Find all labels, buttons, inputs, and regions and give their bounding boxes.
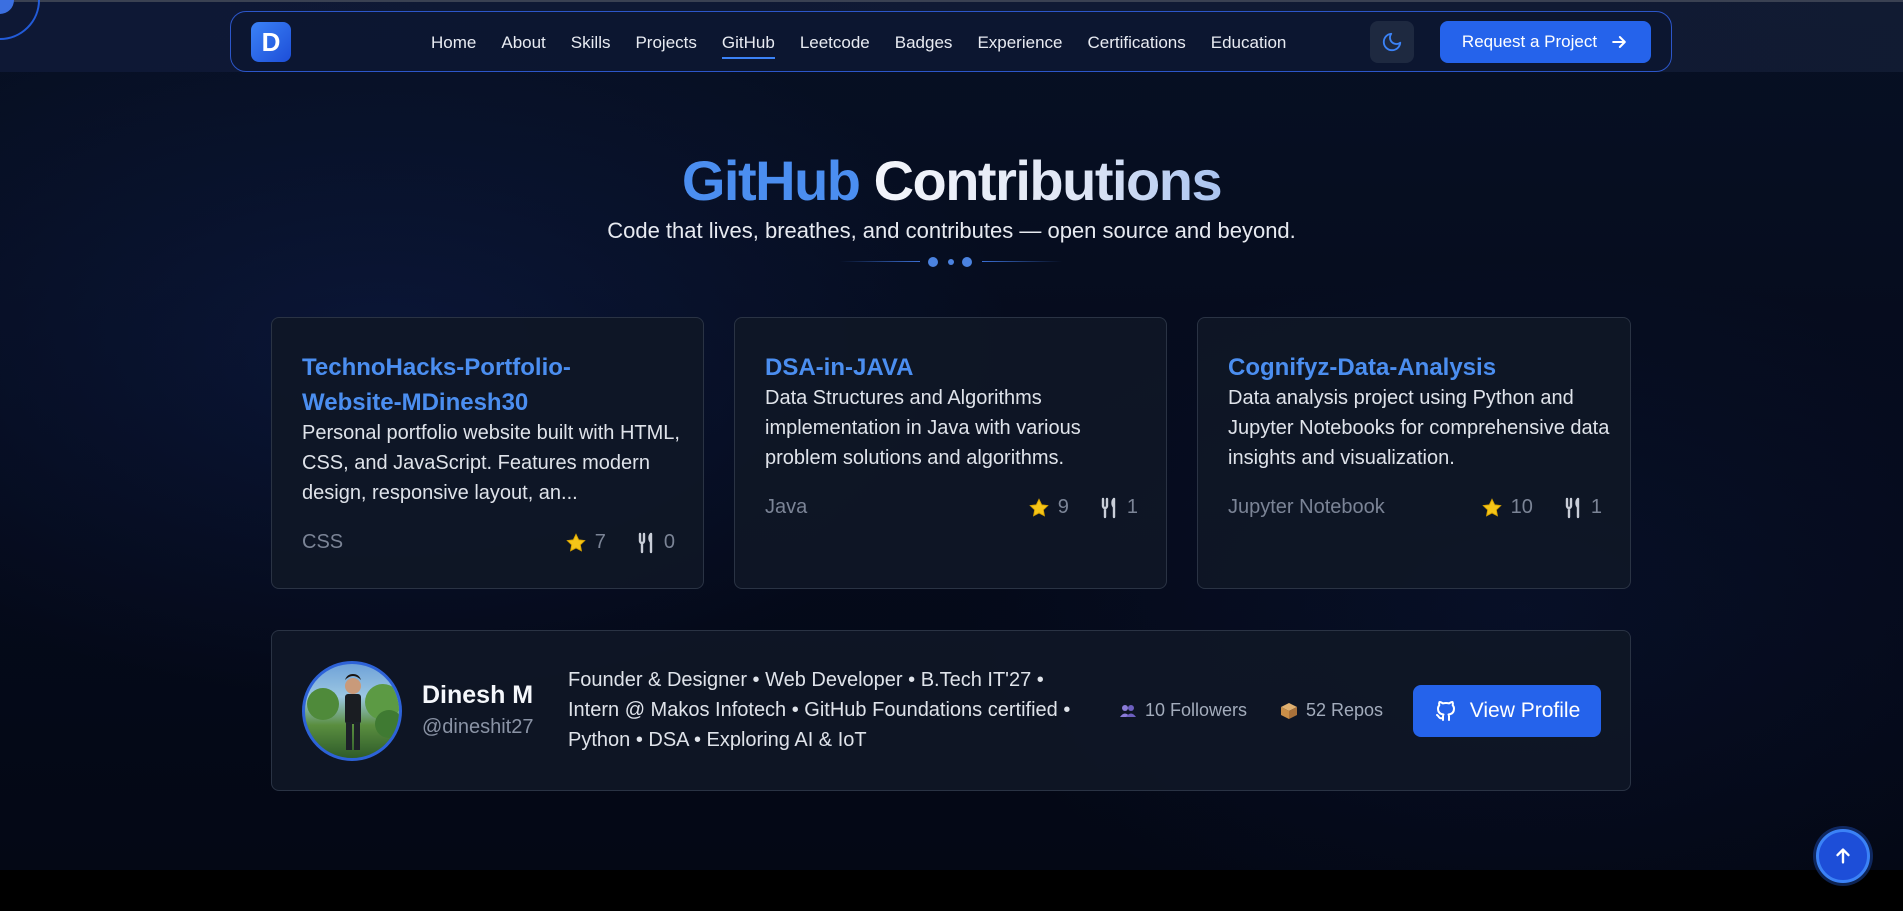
- people-icon: [1120, 704, 1136, 717]
- repo-card[interactable]: DSA-in-JAVA Data Structures and Algorith…: [734, 317, 1167, 589]
- repo-stats: 9 1: [1028, 496, 1138, 519]
- repo-stats: 10 1: [1481, 496, 1602, 519]
- view-profile-label: View Profile: [1469, 699, 1581, 722]
- nav-link-badges[interactable]: Badges: [895, 27, 953, 59]
- github-icon: [1435, 701, 1455, 721]
- fork-icon: [1101, 497, 1116, 518]
- footer-band: [0, 870, 1903, 911]
- repo-stars: 9: [1057, 496, 1069, 518]
- request-project-label: Request a Project: [1461, 32, 1598, 51]
- repo-stars: 10: [1510, 496, 1533, 518]
- package-icon: [1281, 702, 1297, 719]
- repo-title[interactable]: TechnoHacks-Portfolio- Website-MDinesh30: [302, 350, 682, 420]
- repos-stat: 52 Repos: [1280, 700, 1383, 721]
- star-icon: [1481, 497, 1502, 517]
- request-project-button[interactable]: Request a Project: [1440, 21, 1651, 63]
- navbar: D Home About Skills Projects GitHub Leet…: [230, 11, 1672, 72]
- repo-forks: 1: [1590, 496, 1602, 518]
- followers-count: 10 Followers: [1145, 700, 1248, 720]
- repo-language: Java: [765, 496, 808, 518]
- repo-description: Personal portfolio website built with HT…: [302, 422, 680, 504]
- nav-link-education[interactable]: Education: [1211, 27, 1287, 59]
- profile-name: Dinesh M: [422, 681, 534, 709]
- star-icon: [1029, 497, 1049, 517]
- fork-icon: [1565, 497, 1580, 518]
- nav-link-leetcode[interactable]: Leetcode: [800, 27, 870, 59]
- repo-stats: 7 0: [565, 531, 675, 554]
- repo-title[interactable]: DSA-in-JAVA: [765, 350, 913, 385]
- repos-count: 52 Repos: [1306, 700, 1384, 720]
- repo-card[interactable]: TechnoHacks-Portfolio- Website-MDinesh30…: [271, 317, 704, 589]
- title-divider: [840, 256, 1062, 268]
- profile-card: Dinesh M @dineshit27 Founder & Designer …: [271, 630, 1631, 791]
- repo-forks: 0: [663, 531, 675, 553]
- nav-link-projects[interactable]: Projects: [635, 27, 696, 59]
- arrow-right-icon: [1612, 36, 1626, 48]
- title-github: GitHub: [681, 149, 861, 212]
- view-profile-button[interactable]: View Profile: [1413, 685, 1601, 737]
- nav-link-certifications[interactable]: Certifications: [1088, 27, 1186, 59]
- repo-language: CSS: [302, 531, 344, 553]
- section-subtitle: Code that lives, breathes, and contribut…: [607, 218, 1296, 243]
- nav-link-experience[interactable]: Experience: [977, 27, 1062, 59]
- avatar: [302, 661, 402, 761]
- profile-handle: @dineshit27: [422, 716, 534, 738]
- repo-language: Jupyter Notebook: [1228, 496, 1385, 518]
- moon-icon: [1382, 32, 1402, 52]
- repo-title-line1: TechnoHacks-Portfolio-: [302, 354, 571, 381]
- repo-card[interactable]: Cognifyz-Data-Analysis Data analysis pro…: [1197, 317, 1631, 589]
- repo-description: Data analysis project using Python and J…: [1228, 387, 1610, 469]
- logo[interactable]: D: [251, 22, 291, 62]
- repo-title-line2: Website-MDinesh30: [302, 389, 529, 416]
- nav-link-github[interactable]: GitHub: [721, 27, 775, 59]
- followers-stat: 10 Followers: [1119, 700, 1247, 721]
- title-contributions: Contributions: [873, 149, 1223, 212]
- repo-title[interactable]: Cognifyz-Data-Analysis: [1228, 350, 1496, 385]
- arrow-up-icon: [1836, 848, 1850, 864]
- repo-description: Data Structures and Algorithms implement…: [765, 387, 1081, 469]
- profile-bio: Founder & Designer • Web Developer • B.T…: [568, 669, 1071, 751]
- theme-toggle-button[interactable]: [1370, 21, 1414, 63]
- nav-link-skills[interactable]: Skills: [571, 27, 611, 59]
- repo-stars: 7: [594, 531, 606, 553]
- star-icon: [566, 532, 586, 552]
- nav-link-home[interactable]: Home: [431, 27, 476, 59]
- section-title: GitHub Contributions: [0, 148, 1903, 213]
- scroll-to-top-button[interactable]: [1816, 829, 1870, 883]
- nav-link-about[interactable]: About: [501, 27, 545, 59]
- nav-links: Home About Skills Projects GitHub Leetco…: [431, 12, 1311, 73]
- fork-icon: [638, 532, 653, 553]
- repo-forks: 1: [1126, 496, 1138, 518]
